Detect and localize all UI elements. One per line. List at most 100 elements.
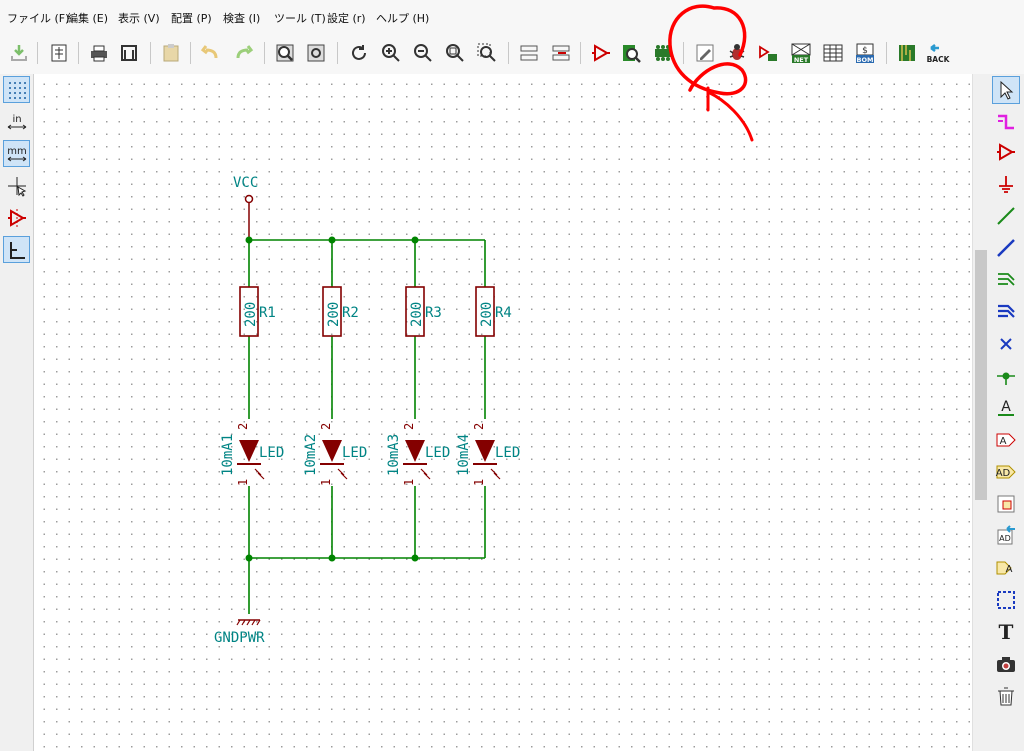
select-arrow-icon[interactable] (992, 76, 1020, 104)
led-10ma4[interactable]: 10mA4 LED 2 1 (456, 423, 520, 486)
leave-sheet-icon[interactable] (548, 40, 574, 66)
paste-icon[interactable] (158, 40, 184, 66)
menu-file[interactable]: ファイル (F) (7, 10, 69, 26)
resistor-r1[interactable]: 200 R1 (239, 286, 276, 337)
bom-label: BOM (857, 56, 874, 64)
add-bus-icon[interactable] (992, 234, 1020, 262)
schematic-canvas[interactable]: VCC 200 R1 200 R2 200 R3 200 R4 10mA1 LE… (34, 74, 972, 751)
main-toolbar: NET $ BOM BACK (0, 34, 1024, 75)
r3-ref: R3 (425, 305, 442, 321)
led-10ma3[interactable]: 10mA3 LED 2 1 (386, 423, 450, 486)
save-icon[interactable] (6, 40, 32, 66)
add-label-icon[interactable]: A (992, 394, 1020, 422)
full-cursor-icon[interactable] (3, 172, 30, 199)
led-10ma1[interactable]: 10mA1 LED 2 1 (220, 423, 284, 486)
led-10ma2[interactable]: 10mA2 LED 2 1 (303, 423, 367, 486)
led4-value: LED (495, 445, 520, 461)
led3-value: LED (425, 445, 450, 461)
symbol-library-browser-icon[interactable] (618, 40, 644, 66)
menu-view[interactable]: 表示 (V) (118, 10, 160, 26)
add-global-label-icon[interactable]: A (992, 426, 1020, 454)
gndpwr-label: GNDPWR (214, 630, 265, 646)
menu-bar: ファイル (F) 編集 (E) 表示 (V) 配置 (P) 検査 (I) ツール… (0, 0, 1024, 34)
zoom-out-icon[interactable] (410, 40, 436, 66)
delete-trash-icon[interactable] (992, 682, 1020, 710)
right-toolbar: A A AD AD A T (988, 74, 1024, 751)
assign-footprints-icon[interactable] (755, 40, 781, 66)
plot-icon[interactable] (116, 40, 142, 66)
add-wire-icon[interactable] (992, 202, 1020, 230)
annotate-icon[interactable] (692, 40, 718, 66)
add-hierarchical-label-icon[interactable]: AD (992, 458, 1020, 486)
symbol-editor-icon[interactable] (588, 40, 614, 66)
refresh-icon[interactable] (346, 40, 372, 66)
r1-value: 200 (243, 302, 259, 327)
zoom-in-icon[interactable] (378, 40, 404, 66)
highlight-net-icon[interactable] (992, 108, 1020, 136)
led1-ref: 10mA1 (220, 434, 236, 476)
find-replace-icon[interactable] (303, 40, 329, 66)
led3-pin-bottom: 1 (402, 479, 416, 486)
menu-edit[interactable]: 編集 (E) (67, 10, 108, 26)
add-sheet-pin-icon[interactable]: A (992, 554, 1020, 582)
add-sheet-icon[interactable] (992, 490, 1020, 518)
led4-pin-top: 2 (472, 423, 486, 430)
import-sheet-pin-icon[interactable]: AD (992, 522, 1020, 550)
wire-45-icon[interactable] (3, 236, 30, 263)
menu-tools[interactable]: ツール (T) (274, 10, 326, 26)
vcc-symbol (244, 194, 254, 204)
led2-ref: 10mA2 (303, 434, 319, 476)
hierarchy-navigator-icon[interactable] (516, 40, 542, 66)
add-graphic-lines-icon[interactable] (992, 586, 1020, 614)
r3-value: 200 (409, 302, 425, 327)
zoom-selection-icon[interactable] (474, 40, 500, 66)
svg-text:$: $ (862, 46, 868, 56)
units-inch-button[interactable]: in (3, 108, 30, 135)
resistor-r2[interactable]: 200 R2 (322, 286, 359, 337)
add-junction-icon[interactable] (992, 362, 1020, 390)
led1-pin-bottom: 1 (236, 479, 250, 486)
vertical-scrollbar[interactable] (972, 74, 989, 751)
menu-inspect[interactable]: 検査 (I) (223, 10, 260, 26)
redo-icon[interactable] (230, 40, 256, 66)
bus-entry-icon[interactable] (992, 298, 1020, 326)
units-mm-button[interactable]: mm (3, 140, 30, 167)
led3-ref: 10mA3 (386, 434, 402, 476)
netlist-icon[interactable]: NET (788, 40, 814, 66)
symbol-fields-table-icon[interactable] (820, 40, 846, 66)
bom-icon[interactable]: $ BOM (852, 40, 878, 66)
add-text-icon[interactable]: T (992, 618, 1020, 646)
resistor-r4[interactable]: 200 R4 (475, 286, 512, 337)
footprint-editor-icon[interactable] (650, 40, 676, 66)
no-connect-icon[interactable] (992, 330, 1020, 358)
menu-settings[interactable]: 設定 (r) (327, 10, 366, 26)
left-toolbar: in mm (0, 74, 34, 751)
wires (248, 239, 486, 614)
page-settings-icon[interactable] (46, 40, 72, 66)
svg-text:A: A (1006, 564, 1013, 575)
add-image-icon[interactable] (992, 650, 1020, 678)
hidden-pins-icon[interactable] (3, 204, 30, 231)
r4-value: 200 (479, 302, 495, 327)
wire-entry-icon[interactable] (992, 266, 1020, 294)
zoom-fit-icon[interactable] (442, 40, 468, 66)
add-symbol-icon[interactable] (992, 138, 1020, 166)
pcb-editor-icon[interactable] (894, 40, 920, 66)
scrollbar-thumb[interactable] (975, 250, 987, 500)
erc-icon[interactable] (724, 40, 750, 66)
back-annotate-icon[interactable]: BACK (924, 40, 952, 66)
svg-text:AD: AD (996, 468, 1011, 479)
grid-toggle-icon[interactable] (3, 76, 30, 103)
mm-label: mm (7, 146, 26, 157)
find-icon[interactable] (272, 40, 298, 66)
gndpwr-symbol[interactable]: GNDPWR (214, 619, 265, 646)
add-power-icon[interactable] (992, 170, 1020, 198)
r2-value: 200 (326, 302, 342, 327)
undo-icon[interactable] (198, 40, 224, 66)
resistor-r3[interactable]: 200 R3 (405, 286, 442, 337)
print-icon[interactable] (86, 40, 112, 66)
r1-ref: R1 (259, 305, 276, 321)
led2-pin-top: 2 (319, 423, 333, 430)
menu-place[interactable]: 配置 (P) (171, 10, 212, 26)
menu-help[interactable]: ヘルプ (H) (376, 10, 429, 26)
